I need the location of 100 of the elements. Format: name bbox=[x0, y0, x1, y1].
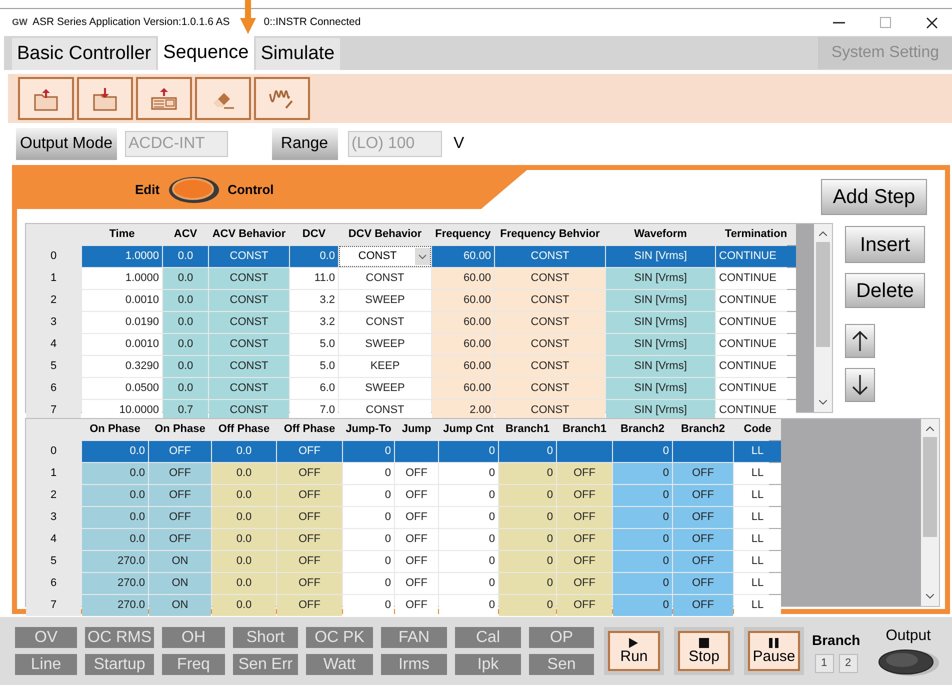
table-cell: 0.0 bbox=[163, 246, 208, 267]
table-cell: 0 bbox=[343, 441, 394, 462]
table-cell: 60.00 bbox=[432, 312, 494, 333]
waveform-edit-button[interactable] bbox=[254, 77, 310, 120]
table-cell: SIN [Vrms] bbox=[606, 268, 715, 289]
table-cell: SIN [Vrms] bbox=[606, 290, 715, 311]
move-up-button[interactable] bbox=[845, 324, 875, 358]
table-cell: OFF bbox=[277, 463, 342, 484]
table-cell: 0 bbox=[343, 595, 394, 616]
table-cell: 0.0 bbox=[212, 485, 276, 506]
status-indicator: Sen Err bbox=[233, 654, 298, 675]
pause-button[interactable]: Pause bbox=[748, 631, 800, 671]
table-cell: OFF bbox=[395, 573, 438, 594]
output-mode-label: Output Mode bbox=[16, 128, 116, 160]
scrollbar[interactable] bbox=[814, 224, 832, 412]
table-cell: OFF bbox=[557, 485, 612, 506]
table-cell: CONTINUE bbox=[716, 290, 796, 311]
table-cell: 0.0010 bbox=[82, 334, 162, 355]
table-cell: 0 bbox=[439, 507, 498, 528]
table-cell: OFF bbox=[557, 551, 612, 572]
table-cell: 0 bbox=[439, 595, 498, 616]
table-cell: LL bbox=[734, 573, 781, 594]
run-button[interactable]: Run bbox=[608, 631, 660, 671]
folder-download-button[interactable] bbox=[77, 77, 133, 120]
status-indicator: OV bbox=[15, 627, 77, 648]
table-cell: ON bbox=[149, 595, 211, 616]
status-indicator: Sen bbox=[529, 654, 594, 675]
maximize-icon[interactable] bbox=[880, 17, 891, 28]
table-cell: 0.0 bbox=[163, 312, 208, 333]
table-cell: 0 bbox=[343, 507, 394, 528]
output-toggle[interactable] bbox=[876, 647, 940, 678]
scroll-thumb[interactable] bbox=[816, 242, 830, 347]
table-cell: 3.2 bbox=[290, 290, 338, 311]
table-cell: 0.0 bbox=[163, 290, 208, 311]
table-cell: 0.0 bbox=[212, 441, 276, 462]
table-cell: 0.0 bbox=[212, 529, 276, 550]
table-cell: SWEEP bbox=[339, 290, 431, 311]
table-cell: 0 bbox=[343, 573, 394, 594]
table-cell: 0 bbox=[613, 551, 672, 572]
table-cell: OFF bbox=[149, 463, 211, 484]
scroll-thumb[interactable] bbox=[923, 437, 937, 537]
status-indicator: Startup bbox=[85, 654, 154, 675]
table-cell: 0.0 bbox=[212, 573, 276, 594]
table-cell: 0 bbox=[499, 551, 556, 572]
table-cell: KEEP bbox=[339, 356, 431, 377]
device-upload-button[interactable] bbox=[136, 77, 192, 120]
table-cell: CONTINUE bbox=[716, 246, 796, 267]
folder-upload-button[interactable] bbox=[18, 77, 74, 120]
table-cell: OFF bbox=[395, 529, 438, 550]
table-cell: OFF bbox=[557, 595, 612, 616]
status-indicator: Cal bbox=[455, 627, 521, 648]
up-arrow-icon bbox=[852, 330, 868, 352]
dropdown-field[interactable]: CONST bbox=[339, 246, 431, 267]
table-cell: CONST bbox=[209, 246, 289, 267]
table-cell: CONST bbox=[209, 334, 289, 355]
table-cell: OFF bbox=[149, 441, 211, 462]
table-cell: 1.0000 bbox=[82, 246, 162, 267]
tab[interactable]: Simulate bbox=[256, 38, 340, 70]
table-cell: LL bbox=[734, 529, 781, 550]
window-title: ASR Series Application Version:1.0.1.6 AS bbox=[32, 14, 230, 30]
table-cell: 60.00 bbox=[432, 246, 494, 267]
control-label: Control bbox=[228, 180, 274, 199]
insert-button[interactable]: Insert bbox=[845, 226, 925, 263]
stop-button[interactable]: Stop bbox=[678, 631, 730, 671]
move-down-button[interactable] bbox=[845, 368, 875, 402]
table-cell: OFF bbox=[673, 595, 733, 616]
chevron-down-icon[interactable] bbox=[415, 248, 430, 265]
scroll-down-icon[interactable] bbox=[926, 594, 934, 599]
status-indicator: FAN bbox=[381, 627, 447, 648]
output-mode-field: ACDC-INT bbox=[124, 131, 228, 157]
status-indicator: OC RMS bbox=[85, 627, 154, 648]
table-cell: 6.0 bbox=[290, 378, 338, 399]
delete-button[interactable]: Delete bbox=[845, 273, 925, 308]
branch-button[interactable]: 1 bbox=[814, 654, 834, 672]
mode-toggle[interactable] bbox=[168, 176, 220, 204]
tab[interactable]: Sequence bbox=[158, 36, 254, 70]
table-cell: 0.0 bbox=[212, 507, 276, 528]
eraser-button[interactable] bbox=[195, 77, 251, 120]
minimize-icon[interactable] bbox=[833, 22, 845, 24]
table-cell: 0 bbox=[613, 573, 672, 594]
table-cell: 0.0 bbox=[290, 246, 338, 267]
table-cell: 0 bbox=[613, 529, 672, 550]
close-icon[interactable] bbox=[926, 16, 938, 28]
device-upload-icon bbox=[150, 86, 178, 112]
table-cell: OFF bbox=[673, 551, 733, 572]
table-cell: ON bbox=[149, 551, 211, 572]
tab[interactable]: Basic Controller bbox=[12, 38, 156, 70]
add-step-button[interactable]: Add Step bbox=[821, 179, 927, 215]
range-label: Range bbox=[272, 128, 338, 160]
table-cell: SIN [Vrms] bbox=[606, 334, 715, 355]
scrollbar[interactable] bbox=[921, 419, 939, 606]
branch-button[interactable]: 2 bbox=[838, 654, 858, 672]
table-cell: 0 bbox=[499, 441, 556, 462]
table-cell: 60.00 bbox=[432, 268, 494, 289]
table-cell: CONST bbox=[339, 312, 431, 333]
scroll-down-icon[interactable] bbox=[819, 400, 827, 405]
scroll-up-icon[interactable] bbox=[819, 231, 827, 236]
table-cell: 0.0500 bbox=[82, 378, 162, 399]
table-cell: OFF bbox=[277, 485, 342, 506]
scroll-up-icon[interactable] bbox=[926, 426, 934, 431]
